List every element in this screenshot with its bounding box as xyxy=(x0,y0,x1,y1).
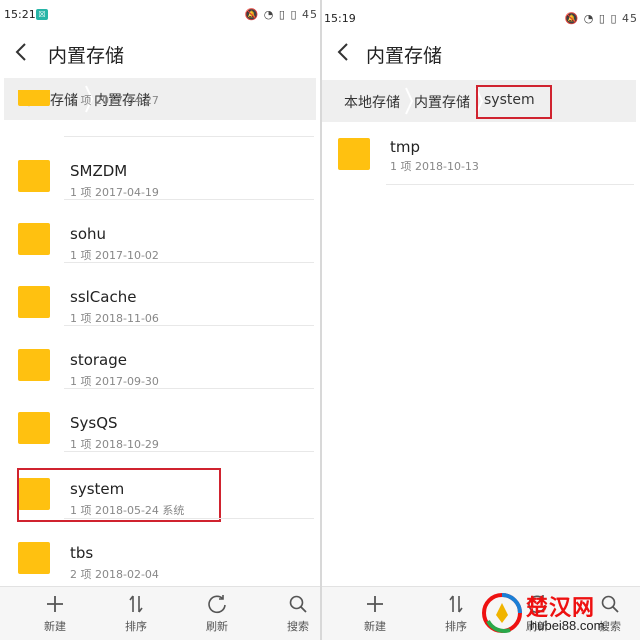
breadcrumb-separator-icon xyxy=(405,87,414,115)
sort-icon xyxy=(449,595,463,613)
status-bar: 15:21 ☒ 🔕 ◔ ▯ ▯ 45 xyxy=(0,0,320,28)
folder-icon xyxy=(338,138,370,170)
highlight-box-system xyxy=(17,468,221,522)
list-item-sysqs[interactable]: SysQS 1 项 2018-10-29 xyxy=(0,388,320,451)
file-name: sohu xyxy=(70,225,107,243)
list-item-storage[interactable]: storage 1 项 2017-09-30 xyxy=(0,325,320,388)
file-meta: 1 项 2017-09-30 xyxy=(70,375,159,388)
status-bar: 15:19 🔕 ◔ ▯ ▯ 45 xyxy=(322,0,640,28)
folder-icon xyxy=(18,286,50,318)
watermark-emblem-icon xyxy=(482,593,522,633)
refresh-icon xyxy=(208,595,226,614)
folder-icon xyxy=(18,542,50,574)
file-name: SMZDM xyxy=(70,162,128,180)
breadcrumb-local-storage[interactable]: 本地存储 xyxy=(344,92,400,112)
list-item-tbs[interactable]: tbs 2 项 2018-02-04 xyxy=(0,518,320,581)
title-bar: 内置存储 xyxy=(0,30,320,76)
sort-label: 排序 xyxy=(125,620,147,633)
plus-icon xyxy=(367,596,383,612)
file-meta: 2 项 2018-02-04 xyxy=(70,568,159,581)
refresh-button[interactable]: 刷新 xyxy=(187,593,247,634)
file-name: tbs xyxy=(70,544,94,562)
file-meta: 1 项 2018-11-06 xyxy=(70,312,159,325)
folder-icon xyxy=(18,412,50,444)
status-icons: 🔕 ◔ ▯ ▯ 45 xyxy=(564,12,638,25)
right-screen: 15:19 🔕 ◔ ▯ ▯ 45 内置存储 本地存储 内置存储 system t… xyxy=(322,0,640,640)
watermark-logo: 楚汉网 hubei88.com xyxy=(480,590,640,636)
file-meta: 1 项 2018-10-29 xyxy=(70,438,159,451)
sort-button[interactable]: 排序 xyxy=(426,593,486,634)
breadcrumb-internal-storage[interactable]: 内置存储 xyxy=(414,92,470,112)
status-icons: 🔕 ◔ ▯ ▯ 45 xyxy=(244,8,318,21)
list-item-smzdm[interactable]: SMZDM 1 项 2017-04-19 xyxy=(0,136,320,199)
status-time: 15:21 xyxy=(4,8,36,21)
search-icon xyxy=(289,595,307,613)
list-item-tmp[interactable]: tmp 1 项 2018-10-13 xyxy=(322,122,640,185)
back-arrow-icon[interactable] xyxy=(14,40,30,64)
list-item[interactable]: 1 项 2017-04-27 xyxy=(0,90,320,120)
sort-label: 排序 xyxy=(445,620,467,633)
title-bar: 内置存储 xyxy=(322,30,640,76)
new-label: 新建 xyxy=(44,620,66,633)
folder-icon xyxy=(18,90,50,106)
file-meta: 1 项 2017-04-19 xyxy=(70,186,159,199)
back-arrow-icon[interactable] xyxy=(336,40,352,64)
list-item-sohu[interactable]: sohu 1 项 2017-10-02 xyxy=(0,199,320,262)
folder-icon xyxy=(18,349,50,381)
watermark-url: hubei88.com xyxy=(530,618,605,633)
new-button[interactable]: 新建 xyxy=(345,593,405,634)
search-label: 搜索 xyxy=(287,620,309,633)
file-name: tmp xyxy=(390,138,421,156)
file-name: sslCache xyxy=(70,288,137,306)
left-screen: 15:21 ☒ 🔕 ◔ ▯ ▯ 45 内置存储 本地存储 内置存储 1 项 20… xyxy=(0,0,320,640)
folder-icon xyxy=(18,223,50,255)
new-button[interactable]: 新建 xyxy=(25,593,85,634)
divider xyxy=(386,184,634,185)
folder-icon xyxy=(18,160,50,192)
list-item-sslcache[interactable]: sslCache 1 项 2018-11-06 xyxy=(0,262,320,325)
refresh-label: 刷新 xyxy=(206,620,228,633)
sort-icon xyxy=(129,595,143,613)
status-time: 15:19 xyxy=(324,12,356,25)
search-button[interactable]: 搜索 xyxy=(268,593,320,634)
file-meta: 1 项 2017-10-02 xyxy=(70,249,159,262)
bottom-toolbar: 新建 排序 刷新 搜索 xyxy=(0,586,320,640)
new-label: 新建 xyxy=(364,620,386,633)
sort-button[interactable]: 排序 xyxy=(106,593,166,634)
file-name: storage xyxy=(70,351,127,369)
notification-icon: ☒ xyxy=(36,9,48,20)
file-name: SysQS xyxy=(70,414,118,432)
page-title: 内置存储 xyxy=(48,45,125,67)
breadcrumb: 本地存储 内置存储 system xyxy=(322,80,636,122)
file-meta: 1 项 2018-10-13 xyxy=(390,160,479,173)
highlight-box-breadcrumb xyxy=(476,85,552,119)
page-title: 内置存储 xyxy=(366,45,443,67)
file-meta: 1 项 2017-04-27 xyxy=(70,94,159,107)
plus-icon xyxy=(47,596,63,612)
